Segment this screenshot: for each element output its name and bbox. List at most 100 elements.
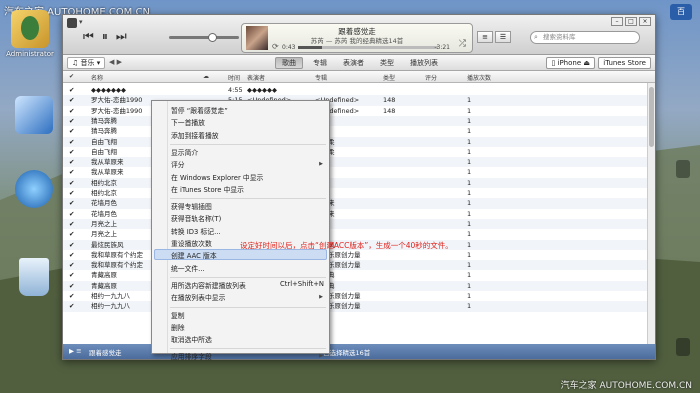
col-genre[interactable]: 类型 xyxy=(383,73,395,82)
row-checkbox[interactable]: ✔ xyxy=(69,301,74,311)
row-checkbox[interactable]: ✔ xyxy=(69,250,74,260)
menu-item-5[interactable]: 评分 xyxy=(171,159,185,169)
select-all-checkbox[interactable]: ✔ xyxy=(69,73,74,80)
menu-item-11[interactable]: 转换 ID3 标记... xyxy=(171,226,221,236)
row-checkbox[interactable]: ✔ xyxy=(69,281,74,291)
tab-3[interactable]: 类型 xyxy=(374,57,400,69)
menu-item-7[interactable]: 在 iTunes Store 中显示 xyxy=(171,184,244,194)
col-artist[interactable]: 表演者 xyxy=(247,73,265,82)
menu-item-13[interactable]: 创建 AAC 版本 xyxy=(171,250,217,260)
col-plays[interactable]: 播放次数 xyxy=(467,73,491,82)
menu-item-21[interactable]: 取消选中所选 xyxy=(171,334,212,344)
row-checkbox[interactable]: ✔ xyxy=(69,198,74,208)
device-label: iPhone xyxy=(557,59,582,67)
col-time[interactable]: 时间 xyxy=(228,73,240,82)
row-checkbox[interactable]: ✔ xyxy=(69,229,74,239)
menu-item-2[interactable]: 添加到接着播放 xyxy=(171,130,219,140)
menu-item-20[interactable]: 删除 xyxy=(171,322,185,332)
row-checkbox[interactable]: ✔ xyxy=(69,260,74,270)
search-input[interactable]: ⌕ 搜索资料库 xyxy=(530,31,640,44)
pause-icon[interactable]: ⏸ xyxy=(102,29,108,44)
recycle-bin-icon[interactable] xyxy=(6,258,62,298)
menu-caret-icon[interactable]: ▾ xyxy=(79,18,83,26)
row-checkbox[interactable]: ✔ xyxy=(69,137,74,147)
row-checkbox[interactable]: ✔ xyxy=(69,270,74,280)
menu-item-0[interactable]: 暂停 “跟着感觉走” xyxy=(171,105,228,115)
row-checkbox[interactable]: ✔ xyxy=(69,95,74,105)
row-checkbox[interactable]: ✔ xyxy=(69,106,74,116)
progress-bar[interactable] xyxy=(298,46,438,49)
minimize-icon[interactable]: – xyxy=(611,17,623,26)
menu-item-6[interactable]: 在 Windows Explorer 中显示 xyxy=(171,172,263,182)
col-rating[interactable]: 评分 xyxy=(425,73,437,82)
close-icon[interactable]: × xyxy=(639,17,651,26)
device-button[interactable]: ▯ iPhone ⏏ xyxy=(546,57,595,69)
tab-2[interactable]: 表演者 xyxy=(337,57,370,69)
menu-item-9[interactable]: 获得专辑插图 xyxy=(171,201,212,211)
row-checkbox[interactable]: ✔ xyxy=(69,85,74,95)
menu-item-19[interactable]: 复制 xyxy=(171,310,185,320)
cell-name: 月亮之上 xyxy=(91,219,117,228)
tray-baidu-icon[interactable]: 百 xyxy=(670,4,692,20)
list-view-icon[interactable]: ≡ xyxy=(477,31,493,43)
view-tabs: 歌曲 专辑 表演者 类型 播放列表 xyxy=(275,57,444,69)
row-checkbox[interactable]: ✔ xyxy=(69,188,74,198)
status-play-icon[interactable]: ▶ ≡ xyxy=(69,347,82,355)
col-album[interactable]: 专辑 xyxy=(315,73,327,82)
up-next-icon[interactable]: ☰ xyxy=(495,31,511,43)
tab-4[interactable]: 播放列表 xyxy=(404,57,444,69)
table-scrollbar[interactable] xyxy=(647,83,655,346)
desktop-right-arrow-icon-2[interactable] xyxy=(676,338,690,356)
repeat-icon[interactable]: ⟳ xyxy=(272,42,279,51)
previous-icon[interactable]: ⏮ xyxy=(83,29,94,44)
shuffle-icon[interactable]: ⤮ xyxy=(459,39,466,49)
cell-genre: 148 xyxy=(383,96,396,105)
itunes-toolbar: ▾ ⏮ ⏸ ⏭ 跟着感觉走 苏芮 — 苏芮 我的经典精选14首 ⟳ 0:43 -… xyxy=(63,15,655,55)
cell-plays: 1 xyxy=(467,189,472,197)
cell-name: 我和草原有个约定 xyxy=(91,261,143,270)
volume-knob[interactable] xyxy=(208,33,218,42)
row-checkbox[interactable]: ✔ xyxy=(69,219,74,229)
menu-item-17[interactable]: 在播放列表中显示 xyxy=(171,292,225,302)
maximize-icon[interactable]: □ xyxy=(625,17,637,26)
volume-slider[interactable] xyxy=(169,33,239,42)
table-row[interactable]: ✔ ◆◆◆◆◆◆◆ 4:55 ◆◆◆◆◆◆ xyxy=(63,85,651,95)
cell-plays: 1 xyxy=(467,250,472,259)
menu-item-23[interactable]: 应用排序字段 xyxy=(171,351,212,361)
row-checkbox[interactable]: ✔ xyxy=(69,116,74,126)
row-checkbox[interactable]: ✔ xyxy=(69,291,74,301)
cell-plays: 1 xyxy=(467,292,472,300)
row-checkbox[interactable]: ✔ xyxy=(69,157,74,167)
row-checkbox[interactable]: ✔ xyxy=(69,126,74,136)
library-selector[interactable]: ♫ 音乐 ▾ xyxy=(67,57,106,69)
nav-back-icon[interactable]: ◀ ▶ xyxy=(109,58,122,66)
desktop-right-arrow-icon[interactable] xyxy=(676,160,690,178)
menu-item-1[interactable]: 下一首播放 xyxy=(171,117,205,127)
menu-item-4[interactable]: 显示简介 xyxy=(171,147,198,157)
itunes-logo-icon[interactable] xyxy=(67,18,77,28)
desktop-computer-icon[interactable] xyxy=(6,96,62,136)
menu-item-10[interactable]: 获得音轨名称(T) xyxy=(171,213,221,223)
desktop-user-folder[interactable]: Administrator xyxy=(2,10,58,58)
user-avatar-icon xyxy=(21,16,39,40)
menu-item-16[interactable]: 用所选内容新建播放列表 xyxy=(171,280,246,290)
desktop-user-label: Administrator xyxy=(6,50,54,58)
tab-1[interactable]: 专辑 xyxy=(307,57,333,69)
row-checkbox[interactable]: ✔ xyxy=(69,240,74,250)
col-name[interactable]: 名称 xyxy=(91,73,103,82)
row-checkbox[interactable]: ✔ xyxy=(69,209,74,219)
tab-0[interactable]: 歌曲 xyxy=(275,57,303,69)
cell-plays: 1 xyxy=(467,230,472,239)
row-checkbox[interactable]: ✔ xyxy=(69,147,74,157)
row-checkbox[interactable]: ✔ xyxy=(69,167,74,177)
desktop-network-icon[interactable] xyxy=(6,170,62,210)
menu-item-12[interactable]: 重设播放次数 xyxy=(171,238,212,248)
cell-plays: 1 xyxy=(467,96,472,105)
next-icon[interactable]: ⏭ xyxy=(116,29,127,44)
cell-name: 花墙月色 xyxy=(91,209,117,218)
search-icon: ⌕ xyxy=(534,33,538,41)
row-checkbox[interactable]: ✔ xyxy=(69,178,74,188)
itunes-store-button[interactable]: iTunes Store xyxy=(598,57,651,69)
scroll-thumb[interactable] xyxy=(649,87,654,147)
menu-item-14[interactable]: 统一文件... xyxy=(171,263,205,273)
